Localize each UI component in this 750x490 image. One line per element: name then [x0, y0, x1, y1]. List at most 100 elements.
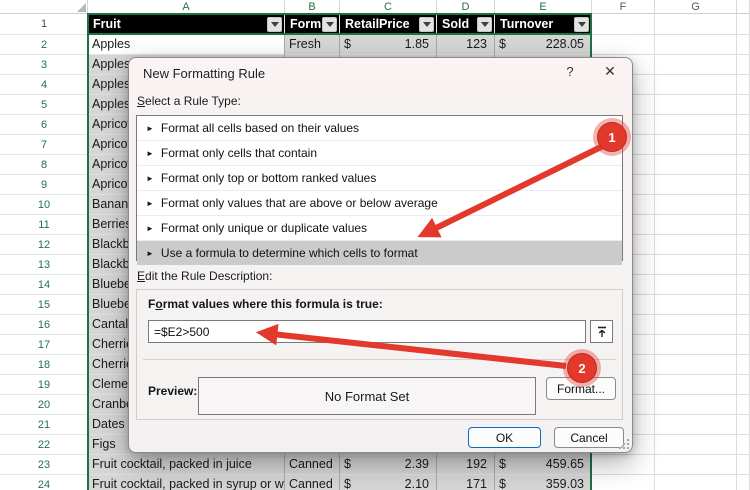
row-header-10[interactable]: 10 [0, 195, 88, 215]
cell-empty[interactable] [737, 395, 750, 415]
cell-empty[interactable] [655, 155, 737, 175]
row-header-6[interactable]: 6 [0, 115, 88, 135]
filter-dropdown-icon[interactable] [477, 17, 492, 32]
cell-empty[interactable] [737, 195, 750, 215]
row-header-18[interactable]: 18 [0, 355, 88, 375]
collapse-dialog-button[interactable] [590, 320, 613, 343]
cell-form[interactable]: Fresh [285, 35, 340, 55]
close-icon[interactable]: ✕ [601, 63, 619, 80]
cell-empty[interactable] [655, 415, 737, 435]
cell-sold[interactable]: 171 [437, 475, 495, 490]
cell-empty[interactable] [737, 335, 750, 355]
row-header-16[interactable]: 16 [0, 315, 88, 335]
cell-empty[interactable] [655, 455, 737, 475]
column-header-E[interactable]: E [495, 0, 592, 14]
cell-empty[interactable] [655, 55, 737, 75]
cell-retailprice[interactable]: $2.39 [340, 455, 437, 475]
column-header-G[interactable]: G [655, 0, 737, 14]
row-header-14[interactable]: 14 [0, 275, 88, 295]
cell-empty[interactable] [737, 35, 750, 55]
cell-empty[interactable] [655, 135, 737, 155]
cell-empty[interactable] [737, 315, 750, 335]
cell-sold[interactable]: 192 [437, 455, 495, 475]
cell-empty[interactable] [655, 14, 737, 35]
cell-empty[interactable] [737, 14, 750, 35]
filter-dropdown-icon[interactable] [267, 17, 282, 32]
help-icon[interactable]: ? [562, 64, 578, 79]
column-header-F[interactable]: F [592, 0, 655, 14]
cell-empty[interactable] [655, 435, 737, 455]
cell-empty[interactable] [655, 295, 737, 315]
cell-empty[interactable] [737, 295, 750, 315]
cell-retailprice[interactable]: $1.85 [340, 35, 437, 55]
row-header-17[interactable]: 17 [0, 335, 88, 355]
cell-empty[interactable] [655, 35, 737, 55]
cell-empty[interactable] [737, 375, 750, 395]
cell-empty[interactable] [655, 195, 737, 215]
cell-sold[interactable]: 123 [437, 35, 495, 55]
cell-empty[interactable] [655, 395, 737, 415]
row-header-22[interactable]: 22 [0, 435, 88, 455]
row-header-19[interactable]: 19 [0, 375, 88, 395]
row-header-3[interactable]: 3 [0, 55, 88, 75]
row-header-13[interactable]: 13 [0, 255, 88, 275]
cell-empty[interactable] [737, 95, 750, 115]
cell-fruit[interactable]: Apples [88, 35, 285, 55]
column-header-C[interactable]: C [340, 0, 437, 14]
row-header-7[interactable]: 7 [0, 135, 88, 155]
cell-form[interactable]: Canned [285, 455, 340, 475]
row-header-20[interactable]: 20 [0, 395, 88, 415]
cell-retailprice[interactable]: $2.10 [340, 475, 437, 490]
cell-empty[interactable] [655, 375, 737, 395]
cell-empty[interactable] [655, 355, 737, 375]
cell-empty[interactable] [655, 95, 737, 115]
cell-empty[interactable] [737, 415, 750, 435]
column-header-B[interactable]: B [285, 0, 340, 14]
cell-empty[interactable] [655, 75, 737, 95]
cell-empty[interactable] [737, 135, 750, 155]
cell-empty[interactable] [655, 115, 737, 135]
row-header-9[interactable]: 9 [0, 175, 88, 195]
cell-empty[interactable] [655, 215, 737, 235]
row-header-12[interactable]: 12 [0, 235, 88, 255]
row-header-11[interactable]: 11 [0, 215, 88, 235]
rule-type-option-3[interactable]: ►Format only values that are above or be… [137, 190, 622, 215]
cell-empty[interactable] [655, 175, 737, 195]
row-header-5[interactable]: 5 [0, 95, 88, 115]
row-header-15[interactable]: 15 [0, 295, 88, 315]
cell-empty[interactable] [655, 315, 737, 335]
cell-empty[interactable] [655, 275, 737, 295]
row-header-21[interactable]: 21 [0, 415, 88, 435]
cell-empty[interactable] [737, 155, 750, 175]
cell-empty[interactable] [655, 335, 737, 355]
formula-input[interactable] [148, 320, 586, 343]
filter-dropdown-icon[interactable] [574, 17, 589, 32]
cell-empty[interactable] [737, 475, 750, 490]
cell-empty[interactable] [592, 475, 655, 490]
resize-grip[interactable] [617, 437, 629, 449]
cell-empty[interactable] [737, 275, 750, 295]
format-button[interactable]: Format... [546, 377, 616, 400]
cell-empty[interactable] [737, 175, 750, 195]
select-all-corner[interactable] [0, 0, 88, 14]
cell-fruit[interactable]: Fruit cocktail, packed in juice [88, 455, 285, 475]
rule-type-option-4[interactable]: ►Format only unique or duplicate values [137, 215, 622, 240]
cell-empty[interactable] [737, 455, 750, 475]
cell-empty[interactable] [737, 355, 750, 375]
row-header-23[interactable]: 23 [0, 455, 88, 475]
cancel-button[interactable]: Cancel [554, 427, 624, 448]
row-header-2[interactable]: 2 [0, 35, 88, 55]
cell-empty[interactable] [592, 35, 655, 55]
cell-empty[interactable] [655, 255, 737, 275]
row-header-8[interactable]: 8 [0, 155, 88, 175]
filter-dropdown-icon[interactable] [322, 17, 337, 32]
cell-turnover[interactable]: $228.05 [495, 35, 592, 55]
rule-type-option-0[interactable]: ►Format all cells based on their values [137, 116, 622, 140]
row-header-4[interactable]: 4 [0, 75, 88, 95]
cell-empty[interactable] [737, 435, 750, 455]
row-header-24[interactable]: 24 [0, 475, 88, 490]
cell-fruit[interactable]: Fruit cocktail, packed in syrup or water [88, 475, 285, 490]
cell-empty[interactable] [655, 235, 737, 255]
column-header-D[interactable]: D [437, 0, 495, 14]
row-header-1[interactable]: 1 [0, 14, 88, 35]
